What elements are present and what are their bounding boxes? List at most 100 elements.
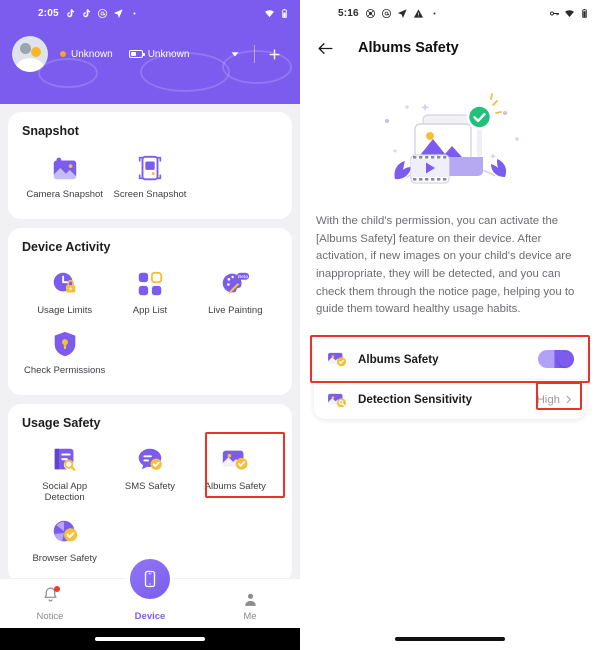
profile-header-row[interactable]: Unknown Unknown	[0, 26, 300, 82]
app-bar: Albums Safety	[300, 26, 600, 70]
back-button[interactable]	[314, 37, 336, 59]
nav-item-me[interactable]: Me	[215, 591, 285, 622]
status-time: 2:05	[38, 7, 59, 19]
phone-icon	[144, 570, 156, 588]
app-list-icon	[135, 269, 165, 299]
setting-control[interactable]: High	[537, 394, 574, 406]
setting-control	[538, 350, 574, 369]
person-icon	[244, 593, 256, 606]
gesture-pill[interactable]	[95, 637, 205, 641]
status-notification-icons	[65, 8, 140, 19]
tile-browser-safety[interactable]: Browser Safety	[22, 508, 107, 569]
child-battery-item: Unknown	[128, 48, 190, 60]
tile-check-permissions[interactable]: Check Permissions	[22, 320, 107, 381]
nav-label: Notice	[36, 611, 64, 622]
wifi-icon	[565, 9, 574, 17]
nav-device-fab[interactable]	[126, 555, 174, 603]
albums-safety-illustration	[300, 88, 600, 203]
browser-safety-icon	[50, 517, 80, 547]
screen-snapshot-icon	[135, 153, 165, 183]
notification-badge	[53, 586, 60, 592]
tile-app-list[interactable]: App List	[107, 260, 192, 321]
chevron-right-icon	[566, 395, 571, 404]
tiktok-icon	[83, 8, 90, 17]
battery-icon	[582, 8, 587, 18]
right-gesture-bar	[300, 628, 600, 650]
nav-item-notice[interactable]: Notice	[15, 586, 85, 622]
dual-screen-container: 2:05 Unknown Unknown Snapshot Camera Sna…	[0, 0, 600, 650]
svg-text:Beta: Beta	[238, 274, 248, 280]
setting-label: Detection Sensitivity	[358, 393, 473, 407]
tile-sms-safety[interactable]: SMS Safety	[107, 436, 192, 508]
feature-description: With the child's permission, you can act…	[316, 215, 575, 316]
gesture-pill[interactable]	[395, 637, 505, 641]
battery-icon	[128, 50, 145, 58]
wifi-icon	[265, 9, 274, 17]
device-dropdown-button[interactable]	[221, 40, 249, 68]
left-gesture-bar	[0, 628, 300, 650]
sms-safety-icon	[135, 445, 165, 475]
chevron-down-icon	[231, 52, 239, 57]
tile-camera-snapshot[interactable]: Camera Snapshot	[22, 144, 107, 205]
left-status-bar: 2:05	[0, 0, 300, 26]
send-icon	[397, 8, 407, 18]
tiktok-icon	[67, 8, 74, 17]
vpn-key-icon	[550, 11, 560, 15]
avatar[interactable]	[12, 36, 48, 72]
status-notification-icons	[365, 8, 440, 19]
tile-label: App List	[132, 304, 168, 316]
albums-safety-icon	[220, 445, 250, 475]
section-grid: Camera Snapshot Screen Snapshot	[22, 144, 278, 205]
tile-screen-snapshot[interactable]: Screen Snapshot	[107, 144, 192, 205]
status-dot-icon	[60, 51, 66, 57]
tile-social-app-detection[interactable]: Social App Detection	[22, 436, 107, 508]
tile-label: Check Permissions	[24, 365, 106, 377]
tile-usage-limits[interactable]: Usage Limits	[22, 260, 107, 321]
back-arrow-icon	[317, 42, 333, 54]
status-system-icons	[549, 8, 590, 19]
at-circle-icon	[381, 8, 391, 18]
right-status-bar: 5:16	[300, 0, 600, 26]
nav-label: Me	[243, 611, 257, 622]
avatar-head	[20, 43, 31, 54]
setting-label: Albums Safety	[358, 352, 439, 366]
check-permissions-icon	[50, 329, 80, 359]
child-name: Unknown	[71, 48, 113, 60]
tile-albums-safety[interactable]: Albums Safety	[193, 436, 278, 508]
bell-icon	[42, 586, 60, 608]
section-title: Device Activity	[22, 239, 111, 254]
setting-row-detection-sensitivity[interactable]: Detection Sensitivity High	[314, 379, 586, 419]
tile-label: Albums Safety	[204, 480, 266, 492]
battery-icon	[282, 8, 287, 18]
plus-icon	[268, 48, 280, 60]
status-time: 5:16	[338, 7, 359, 19]
tile-label: Screen Snapshot	[113, 189, 187, 200]
section-snapshot: Snapshot Camera Snapshot Screen Snapshot	[8, 112, 292, 219]
live-painting-icon: Beta	[220, 269, 250, 299]
tile-label: Camera Snapshot	[26, 189, 103, 200]
camera-snapshot-icon	[50, 153, 80, 183]
section-title: Snapshot	[22, 124, 79, 138]
avatar-dot	[31, 47, 41, 57]
page-title: Albums Safety	[358, 40, 459, 56]
settings-card: Albums Safety Detection Sensitivity High	[310, 335, 590, 420]
albums-safety-toggle[interactable]	[538, 350, 574, 369]
albums-detection-icon	[326, 389, 348, 411]
nav-label: Device	[134, 611, 166, 622]
setting-row-albums-safety[interactable]: Albums Safety	[310, 335, 590, 384]
albums-safety-shield-icon	[326, 348, 348, 370]
child-battery: Unknown	[147, 48, 190, 60]
at-circle-icon	[97, 8, 107, 18]
tile-label: Live Painting	[208, 304, 263, 316]
left-header: 2:05 Unknown Unknown	[0, 0, 300, 104]
dot-icon	[433, 11, 436, 15]
dot-icon	[133, 11, 136, 15]
status-system-icons	[264, 8, 290, 19]
lifebuoy-icon	[365, 8, 375, 18]
tile-live-painting[interactable]: Beta Live Painting	[193, 260, 278, 321]
section-title: Usage Safety	[22, 415, 101, 430]
add-device-button[interactable]	[260, 40, 288, 68]
tile-label: SMS Safety	[124, 480, 176, 492]
tile-label: Usage Limits	[37, 304, 93, 316]
section-grid: Usage Limits App List Beta Live Painting…	[22, 260, 278, 381]
